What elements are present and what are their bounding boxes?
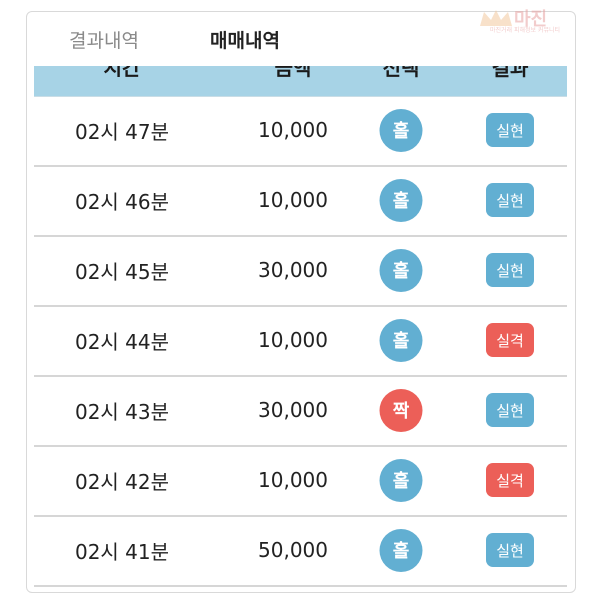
row-result: 실현 xyxy=(486,377,534,443)
row-time: 02시 43분 xyxy=(74,399,170,424)
table-row: 02시 46분 10,000 홀 실현 xyxy=(34,167,567,237)
table-row: 02시 44분 10,000 홀 실격 xyxy=(34,307,567,377)
choice-circle: 홀 xyxy=(379,178,423,222)
header-time: 시간 xyxy=(103,66,141,80)
header-choice: 선택 xyxy=(382,66,420,80)
row-result: 실현 xyxy=(486,237,534,303)
trade-list: 02시 47분 10,000 홀 실현 02시 46분 10,000 홀 실현 02시 45분 3… xyxy=(34,97,567,587)
result-badge: 실현 xyxy=(486,533,534,567)
choice-circle: 홀 xyxy=(379,248,423,292)
row-choice: 짝 xyxy=(379,377,423,443)
row-amount: 10,000 xyxy=(258,188,328,212)
row-amount: 30,000 xyxy=(258,258,328,282)
row-time: 02시 46분 xyxy=(74,189,170,214)
watermark-subtext: 마진거래 피해정보 커뮤니티 xyxy=(490,27,561,34)
result-badge: 실현 xyxy=(486,393,534,427)
row-amount: 30,000 xyxy=(258,398,328,422)
row-choice: 홀 xyxy=(379,307,423,373)
row-amount: 10,000 xyxy=(258,328,328,352)
row-time: 02시 47분 xyxy=(74,119,170,144)
header-result: 결과 xyxy=(491,66,529,80)
row-result: 실격 xyxy=(486,307,534,373)
table-row: 02시 45분 30,000 홀 실현 xyxy=(34,237,567,307)
table-row: 02시 42분 10,000 홀 실격 xyxy=(34,447,567,517)
result-badge: 실격 xyxy=(486,323,534,357)
trade-panel: 결과내역 매매내역 시간 금액 선택 결과 02시 47분 10,000 홀 실현 02… xyxy=(26,11,576,593)
row-time: 02시 45분 xyxy=(74,259,170,284)
watermark-logo: 마진 마진거래 피해정보 커뮤니티 xyxy=(474,4,592,34)
row-result: 실현 xyxy=(486,97,534,163)
choice-circle: 홀 xyxy=(379,318,423,362)
row-result: 실격 xyxy=(486,447,534,513)
choice-circle: 홀 xyxy=(379,108,423,152)
result-badge: 실격 xyxy=(486,463,534,497)
row-amount: 50,000 xyxy=(258,538,328,562)
table-row: 02시 47분 10,000 홀 실현 xyxy=(34,97,567,167)
result-badge: 실현 xyxy=(486,253,534,287)
row-time: 02시 41분 xyxy=(74,539,170,564)
table-row: 02시 43분 30,000 짝 실현 xyxy=(34,377,567,447)
table-header: 시간 금액 선택 결과 xyxy=(34,66,567,97)
row-result: 실현 xyxy=(486,517,534,583)
choice-circle: 홀 xyxy=(379,528,423,572)
row-amount: 10,000 xyxy=(258,118,328,142)
row-amount: 10,000 xyxy=(258,468,328,492)
row-time: 02시 42분 xyxy=(74,469,170,494)
row-choice: 홀 xyxy=(379,167,423,233)
result-badge: 실현 xyxy=(486,113,534,147)
result-badge: 실현 xyxy=(486,183,534,217)
choice-circle: 홀 xyxy=(379,458,423,502)
choice-circle: 짝 xyxy=(379,388,423,432)
tab-result-history[interactable]: 결과내역 xyxy=(69,26,139,53)
row-choice: 홀 xyxy=(379,517,423,583)
header-amount: 금액 xyxy=(274,66,312,80)
row-choice: 홀 xyxy=(379,447,423,513)
row-choice: 홀 xyxy=(379,97,423,163)
tab-trade-history[interactable]: 매매내역 xyxy=(210,26,280,53)
row-time: 02시 44분 xyxy=(74,329,170,354)
row-choice: 홀 xyxy=(379,237,423,303)
row-result: 실현 xyxy=(486,167,534,233)
